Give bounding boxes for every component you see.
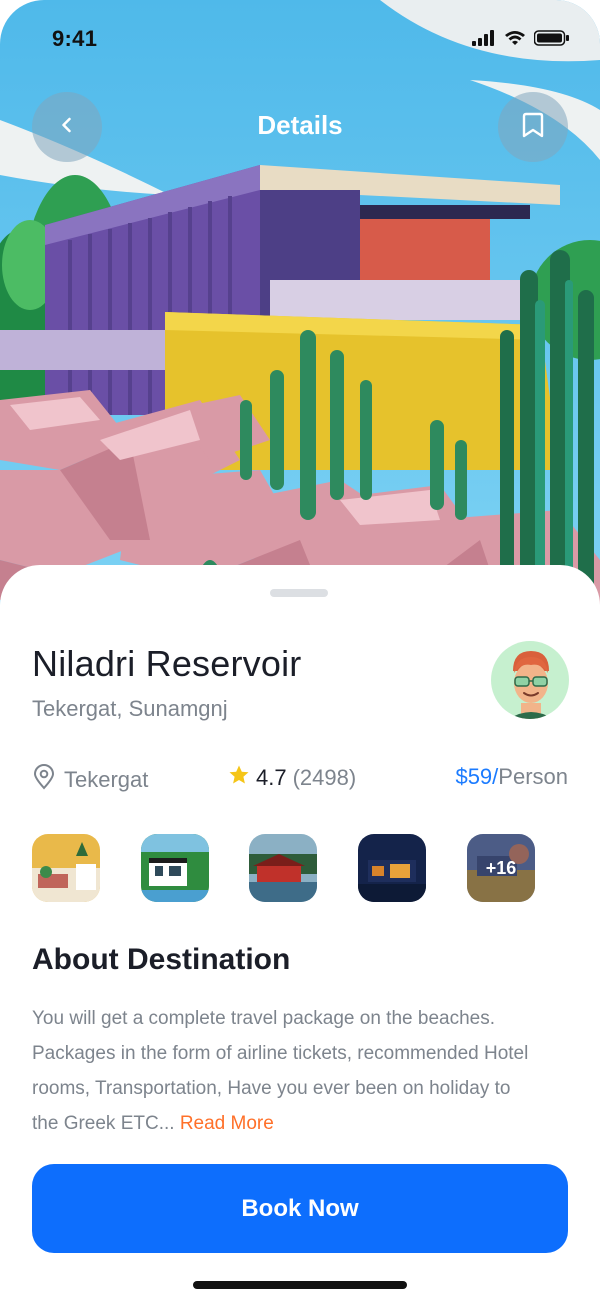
bookmark-button[interactable] [498, 92, 568, 162]
wifi-icon [504, 30, 526, 51]
home-indicator [193, 1281, 407, 1289]
hero-illustration [0, 0, 600, 640]
host-avatar[interactable] [491, 641, 569, 719]
destination-subtitle: Tekergat, Sunamgnj [32, 696, 228, 721]
screen: 9:41 Details Niladri Reservoir Tekergat,… [0, 0, 600, 1302]
signal-icon [472, 30, 496, 51]
gallery-thumb[interactable] [32, 834, 100, 902]
location-pin-icon [32, 764, 56, 796]
location-info: Tekergat [32, 764, 148, 796]
gallery-thumb[interactable] [249, 834, 317, 902]
more-photos-count: +16 [467, 834, 535, 902]
photo-gallery: +16 [32, 834, 568, 902]
about-heading: About Destination [32, 943, 291, 976]
book-now-button[interactable]: Book Now [32, 1164, 568, 1253]
gallery-thumb[interactable] [358, 834, 426, 902]
price-value: $59/ [455, 764, 499, 789]
status-icons [472, 30, 570, 51]
battery-icon [533, 30, 570, 51]
star-icon [228, 764, 250, 792]
bookmark-icon [521, 111, 545, 144]
details-sheet: Niladri Reservoir Tekergat, Sunamgnj Tek [0, 565, 600, 1302]
status-bar: 9:41 [0, 0, 600, 80]
destination-name: Niladri Reservoir [32, 643, 302, 684]
meta-row: Tekergat 4.7 (2498) $59/Person [32, 764, 568, 796]
status-time: 9:41 [52, 26, 98, 51]
rating-value: 4.7 [256, 765, 287, 790]
sheet-handle[interactable] [270, 589, 328, 597]
rating-info: 4.7 (2498) [228, 764, 356, 792]
read-more-link[interactable]: Read More [180, 1113, 274, 1134]
about-description: You will get a complete travel package o… [32, 1001, 532, 1141]
price-unit: Person [498, 764, 568, 789]
gallery-thumb-more[interactable]: +16 [467, 834, 535, 902]
gallery-thumb[interactable] [141, 834, 209, 902]
review-count: (2498) [292, 765, 357, 790]
price-info: $59/Person [455, 764, 568, 790]
location-label: Tekergat [64, 767, 149, 792]
about-text: You will get a complete travel package o… [32, 1008, 529, 1134]
